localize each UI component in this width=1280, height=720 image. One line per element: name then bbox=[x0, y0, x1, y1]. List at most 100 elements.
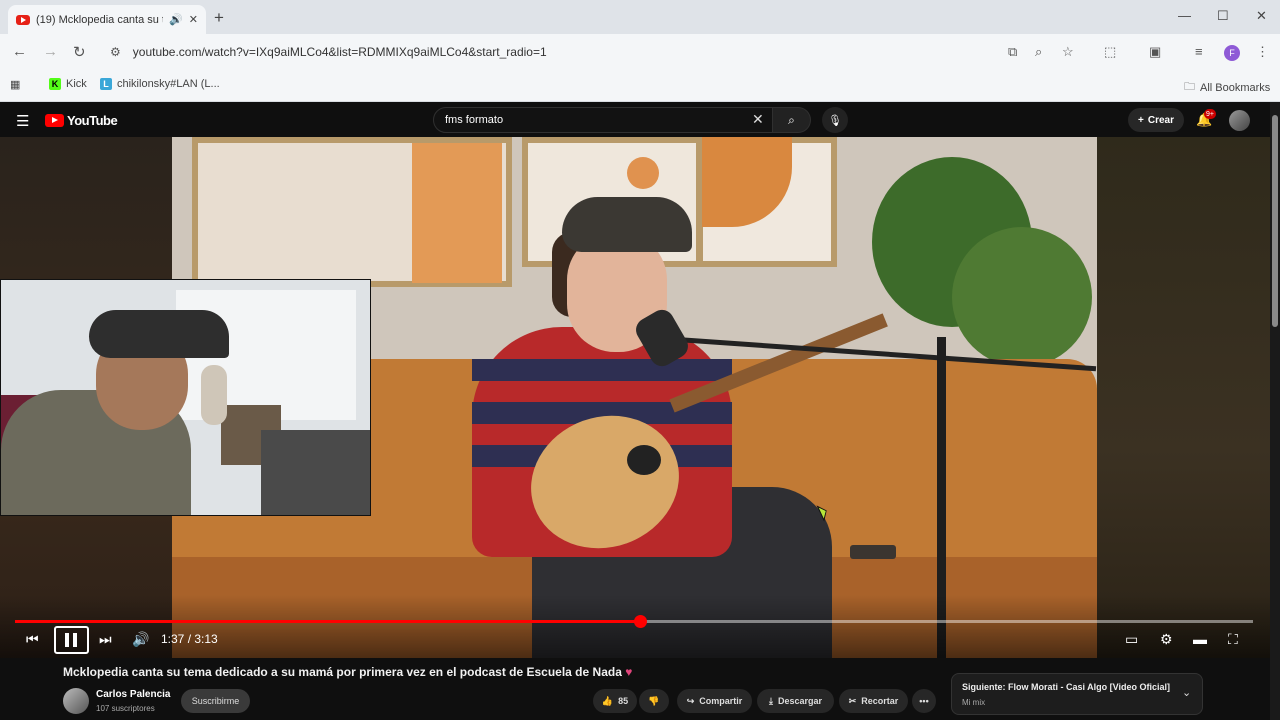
create-label: Crear bbox=[1147, 114, 1174, 126]
more-actions-button[interactable]: ••• bbox=[912, 689, 936, 713]
profile-avatar[interactable]: F bbox=[1224, 45, 1240, 61]
logo-text: YouTube bbox=[67, 113, 118, 128]
share-button[interactable]: ↪ Compartir bbox=[677, 689, 752, 713]
pause-icon bbox=[65, 633, 69, 647]
next-icon[interactable]: ⏭ bbox=[99, 631, 112, 648]
close-tab-icon[interactable]: ✕ bbox=[189, 13, 198, 26]
kick-icon: K bbox=[49, 78, 61, 90]
progress-bar[interactable] bbox=[15, 615, 1253, 628]
media-controls-icon[interactable]: ≡ bbox=[1195, 44, 1203, 59]
like-button[interactable]: 👍 85 bbox=[593, 689, 637, 713]
back-icon[interactable]: ← bbox=[12, 43, 27, 60]
up-next-subtitle: Mi mix bbox=[962, 698, 986, 707]
chevron-down-icon[interactable]: ⌄ bbox=[1182, 686, 1191, 699]
bookmark-chikilonsky[interactable]: L chikilonsky#LAN (L... bbox=[100, 78, 220, 90]
video-blur-right bbox=[1097, 137, 1270, 658]
folder-icon: 🗀 bbox=[1184, 81, 1195, 93]
painting-circle bbox=[627, 157, 659, 189]
window-close-icon[interactable]: ✕ bbox=[1256, 8, 1267, 24]
fullscreen-icon[interactable]: ⛶ bbox=[1228, 631, 1238, 648]
up-next-card[interactable]: Siguiente: Flow Morati - Casi Algo [Vide… bbox=[951, 673, 1203, 715]
install-app-icon[interactable]: ⧉ bbox=[1008, 44, 1017, 60]
like-count: 85 bbox=[618, 696, 629, 706]
voice-search-button[interactable]: 🎙 bbox=[822, 107, 848, 133]
thumbs-down-icon: 👎 bbox=[648, 695, 660, 706]
theater-mode-icon[interactable]: ▬ bbox=[1193, 631, 1207, 647]
bookmark-star-icon[interactable]: ☆ bbox=[1062, 44, 1074, 60]
address-toolbar: ← → ↻ ⚙ youtube.com/watch?v=IXq9aiMLCo4&… bbox=[0, 34, 1280, 70]
download-label: Descargar bbox=[777, 696, 822, 706]
bookmark-label: Kick bbox=[66, 78, 87, 90]
clip-button[interactable]: ✂ Recortar bbox=[839, 689, 908, 713]
thumbs-up-icon: 👍 bbox=[601, 695, 614, 706]
bookmark-kick[interactable]: K Kick bbox=[49, 78, 87, 90]
pause-button[interactable] bbox=[54, 626, 89, 654]
settings-gear-icon[interactable]: ⚙ bbox=[1160, 631, 1173, 648]
volume-icon[interactable]: 🔊 bbox=[132, 631, 149, 648]
create-button[interactable]: + Crear bbox=[1128, 108, 1184, 132]
browser-tab[interactable]: (19) Mcklopedia canta su te 🔊 ✕ bbox=[8, 5, 206, 34]
subscribe-button[interactable]: Suscribirme bbox=[181, 689, 250, 713]
person-cap bbox=[562, 197, 692, 252]
forward-icon[interactable]: → bbox=[43, 43, 58, 60]
bookmark-label: chikilonsky#LAN (L... bbox=[117, 78, 220, 90]
channel-name[interactable]: Carlos Palencia bbox=[96, 689, 170, 700]
video-player[interactable] bbox=[0, 137, 1270, 658]
zoom-icon[interactable]: ⌕ bbox=[1035, 44, 1042, 60]
search-button[interactable]: ⌕ bbox=[773, 107, 811, 133]
subscriber-count: 107 suscriptores bbox=[96, 704, 155, 713]
all-bookmarks[interactable]: 🗀 All Bookmarks bbox=[1184, 78, 1270, 97]
dislike-button[interactable]: 👎 bbox=[639, 689, 669, 713]
account-avatar[interactable] bbox=[1229, 110, 1250, 131]
maximize-icon[interactable]: ☐ bbox=[1217, 8, 1229, 24]
microphone-icon: 🎙 bbox=[828, 114, 842, 127]
scissors-icon: ✂ bbox=[848, 695, 857, 706]
youtube-favicon-icon bbox=[16, 14, 30, 25]
search-icon: ⌕ bbox=[788, 112, 795, 127]
previous-icon[interactable]: ⏮ bbox=[26, 631, 39, 648]
chrome-menu-icon[interactable]: ⋮ bbox=[1256, 44, 1269, 60]
youtube-header: ☰ YouTube fms formato ✕ ⌕ 🎙 + Crear 🔔 9+ bbox=[0, 102, 1270, 137]
url-text: youtube.com/watch?v=IXq9aiMLCo4&list=RDM… bbox=[132, 45, 547, 59]
speaker-icon[interactable]: 🔊 bbox=[169, 13, 183, 26]
clip-label: Recortar bbox=[861, 696, 899, 706]
progress-fill bbox=[15, 620, 641, 623]
video-title: Mcklopedia canta su tema dedicado a su m… bbox=[63, 665, 632, 679]
webcam-equipment bbox=[261, 430, 370, 515]
painting-shape bbox=[412, 143, 502, 283]
hamburger-menu-icon[interactable]: ☰ bbox=[16, 112, 29, 130]
download-icon: ⤓ bbox=[768, 695, 773, 706]
search-value: fms formato bbox=[445, 114, 504, 126]
heart-emoji: ♥ bbox=[625, 665, 633, 679]
phone-on-sofa bbox=[850, 545, 896, 559]
plus-icon: + bbox=[1138, 114, 1144, 126]
pause-icon-bar bbox=[73, 633, 77, 647]
webcam-background-person bbox=[201, 365, 227, 425]
l-icon: L bbox=[100, 78, 112, 90]
site-info-icon[interactable]: ⚙ bbox=[110, 45, 121, 59]
up-next-title: Siguiente: Flow Morati - Casi Algo [Vide… bbox=[962, 682, 1171, 692]
controls-gradient bbox=[0, 595, 1270, 658]
omnibox[interactable]: ⚙ youtube.com/watch?v=IXq9aiMLCo4&list=R… bbox=[100, 38, 1100, 66]
apps-grid-icon[interactable]: ▦ bbox=[10, 78, 20, 91]
webcam-overlay bbox=[0, 279, 371, 516]
subtitles-icon[interactable]: ▭ bbox=[1125, 631, 1138, 648]
clear-search-icon[interactable]: ✕ bbox=[752, 111, 764, 128]
scrollbar-thumb[interactable] bbox=[1272, 115, 1278, 327]
channel-avatar[interactable] bbox=[63, 688, 89, 714]
minimize-icon[interactable]: — bbox=[1178, 8, 1191, 23]
new-tab-icon[interactable]: + bbox=[214, 8, 224, 28]
extensions-icon[interactable]: ⬚ bbox=[1104, 44, 1116, 60]
youtube-play-icon bbox=[45, 114, 64, 127]
bookmarks-bar: ▦ K Kick L chikilonsky#LAN (L... 🗀 All B… bbox=[0, 70, 1280, 102]
search-input[interactable]: fms formato bbox=[433, 107, 773, 133]
browser-tab-bar: (19) Mcklopedia canta su te 🔊 ✕ + — ☐ ✕ bbox=[0, 0, 1280, 34]
sweater-stripe bbox=[472, 359, 732, 381]
streamer-cap bbox=[89, 310, 229, 358]
reload-icon[interactable]: ↻ bbox=[73, 43, 86, 61]
side-panel-icon[interactable]: ▣ bbox=[1149, 44, 1161, 60]
download-button[interactable]: ⤓ Descargar bbox=[757, 689, 834, 713]
video-title-text: Mcklopedia canta su tema dedicado a su m… bbox=[63, 665, 622, 679]
ukulele-soundhole bbox=[627, 445, 661, 475]
youtube-logo[interactable]: YouTube bbox=[45, 113, 118, 128]
